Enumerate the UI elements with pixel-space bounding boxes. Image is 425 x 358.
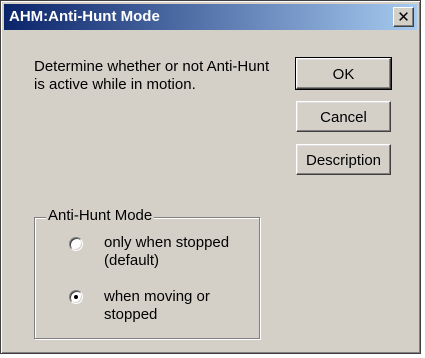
cancel-button[interactable]: Cancel bbox=[296, 101, 391, 132]
ok-button[interactable]: OK bbox=[295, 57, 392, 90]
group-label: Anti-Hunt Mode bbox=[46, 207, 155, 225]
close-icon: ✕ bbox=[397, 8, 410, 26]
title-bar[interactable]: AHM:Anti-Hunt Mode ✕ bbox=[4, 4, 417, 30]
description-text: Determine whether or not Anti-Hunt is ac… bbox=[34, 58, 270, 93]
close-button[interactable]: ✕ bbox=[393, 7, 414, 27]
radio-label-when-moving-or-stopped[interactable]: when moving or stopped bbox=[104, 288, 254, 324]
radio-label-only-when-stopped[interactable]: only when stopped (default) bbox=[104, 234, 254, 270]
radio-selected-dot bbox=[74, 295, 78, 299]
dialog-title: AHM:Anti-Hunt Mode bbox=[9, 8, 160, 25]
dialog-window: AHM:Anti-Hunt Mode ✕ Determine whether o… bbox=[0, 0, 421, 354]
radio-only-when-stopped[interactable] bbox=[69, 237, 83, 251]
description-button[interactable]: Description bbox=[296, 144, 391, 175]
radio-when-moving-or-stopped[interactable] bbox=[69, 290, 83, 304]
